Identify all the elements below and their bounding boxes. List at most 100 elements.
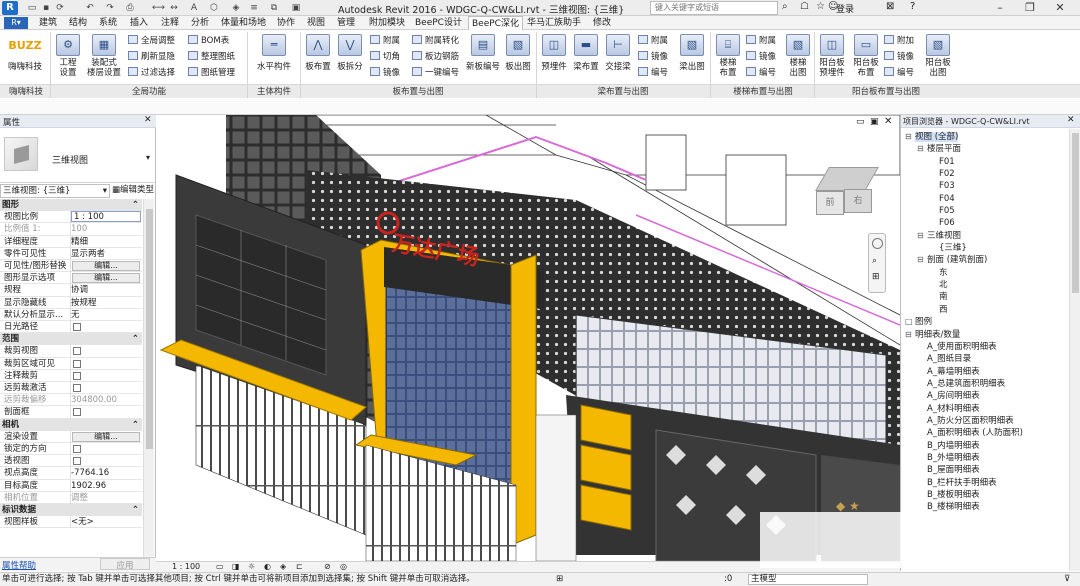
close-button[interactable]: ✕ (1045, 0, 1075, 16)
render-icon[interactable]: ◈ (280, 562, 286, 572)
tab-4[interactable]: 注释 (158, 16, 182, 30)
type-selector[interactable]: 三维视图 ▾ (0, 129, 156, 183)
save-icon[interactable]: ▪ (40, 2, 52, 14)
tree-item[interactable]: A_防火分区面积明细表 (901, 415, 1067, 427)
tree-item[interactable]: □ 图例 (901, 316, 1067, 328)
tab-14[interactable]: 修改 (590, 16, 614, 30)
tree-item[interactable]: A_房间明细表 (901, 390, 1067, 402)
model-selector[interactable]: 主模型 (748, 574, 868, 585)
help-icon[interactable]: ? (910, 1, 915, 12)
apply-button[interactable]: 应用 (100, 558, 150, 571)
horizontal-component-button[interactable]: ═ 水平构件 (256, 34, 292, 72)
tab-11[interactable]: BeePC设计 (412, 16, 465, 30)
view-cube-front[interactable]: 前 (816, 191, 844, 215)
collapse-chevron-icon[interactable]: ⌃ (132, 419, 139, 431)
one-click-numbering-button[interactable]: 一键编号 (412, 67, 459, 79)
tree-item[interactable]: F05 (901, 205, 1067, 217)
tree-item[interactable]: F02 (901, 168, 1067, 180)
shadows-icon[interactable]: ◐ (264, 562, 271, 572)
tab-3[interactable]: 插入 (127, 16, 151, 30)
tab-9[interactable]: 管理 (334, 16, 358, 30)
maximize-button[interactable]: ❐ (1015, 0, 1045, 16)
property-value[interactable]: <无> (71, 516, 94, 528)
property-checkbox[interactable] (73, 359, 81, 368)
balcony-embedded-button[interactable]: ◫ 阳台板 预埋件 (816, 34, 848, 78)
crop-view-icon[interactable]: ⊏ (296, 562, 303, 572)
tree-item[interactable]: A_幕墙明细表 (901, 366, 1067, 378)
slab-mirror-button[interactable]: 镜像 (370, 67, 400, 79)
tree-item[interactable]: B_楼板明细表 (901, 489, 1067, 501)
browser-scrollbar[interactable] (1069, 129, 1080, 571)
visual-style-icon[interactable]: ◨ (232, 562, 240, 572)
tree-item[interactable]: B_外墙明细表 (901, 452, 1067, 464)
tab-10[interactable]: 附加模块 (366, 16, 408, 30)
tree-item[interactable]: A_使用面积明细表 (901, 341, 1067, 353)
tab-8[interactable]: 视图 (304, 16, 328, 30)
section-icon[interactable]: ◈ (230, 2, 242, 14)
view-scale[interactable]: 1 : 100 (172, 562, 200, 572)
tab-6[interactable]: 体量和场地 (218, 16, 269, 30)
project-settings-button[interactable]: ⚙ 工程 设置 (54, 34, 82, 78)
exchange-apps-icon[interactable]: ⊠ (886, 1, 894, 12)
new-slab-number-button[interactable]: ▤ 新板编号 (466, 34, 500, 72)
tab-1[interactable]: 结构 (66, 16, 90, 30)
tree-item[interactable]: A_图纸目录 (901, 353, 1067, 365)
tree-item[interactable]: 南 (901, 291, 1067, 303)
tree-item[interactable]: ⊟ 明细表/数量 (901, 329, 1067, 341)
application-menu-button[interactable]: R▾ (4, 17, 28, 29)
property-checkbox[interactable] (73, 371, 81, 380)
stair-attach-button[interactable]: 附属 (746, 35, 776, 47)
filter-select-button[interactable]: 过滤选择 (128, 67, 175, 79)
detail-level-icon[interactable]: ▭ (216, 562, 224, 572)
collapse-chevron-icon[interactable]: ⌃ (132, 504, 139, 516)
temporary-hide-icon[interactable]: ⊘ (324, 562, 331, 572)
properties-close-icon[interactable]: ✕ (144, 115, 152, 125)
property-checkbox[interactable] (73, 323, 81, 331)
balcony-layout-button[interactable]: ▭ 阳台板 布置 (852, 34, 880, 78)
tab-0[interactable]: 建筑 (36, 16, 60, 30)
chevron-down-icon[interactable]: ▾ (146, 153, 150, 162)
viewport-restore-icon[interactable]: ▭ (856, 117, 865, 127)
minimize-button[interactable]: – (985, 0, 1015, 16)
tree-item[interactable]: A_材料明细表 (901, 403, 1067, 415)
balcony-drawing-button[interactable]: ▧ 阳台板 出图 (922, 34, 954, 78)
property-value[interactable]: 协调 (71, 284, 88, 296)
slab-drawing-button[interactable]: ▧ 板出图 (504, 34, 532, 72)
collapse-icon[interactable]: ⊟ (905, 131, 915, 143)
balcony-add-button[interactable]: 附加 (884, 35, 914, 47)
beam-mirror-button[interactable]: 镜像 (638, 51, 668, 63)
worksets-icon[interactable]: ⊞ (556, 573, 563, 586)
property-group-header[interactable]: 范围 ⌃ (0, 333, 142, 346)
property-value[interactable]: 1902.96 (71, 480, 106, 492)
slab-chamfer-button[interactable]: 切角 (370, 51, 400, 63)
tag-icon[interactable]: A (188, 2, 200, 14)
tab-2[interactable]: 系统 (96, 16, 120, 30)
view-cube[interactable]: 前 右 (812, 163, 884, 219)
tree-item[interactable]: F03 (901, 180, 1067, 192)
property-value[interactable]: -7764.16 (71, 467, 109, 479)
tab-12[interactable]: BeePC深化 (468, 16, 523, 30)
property-value[interactable]: 显示两者 (71, 248, 105, 260)
tree-item[interactable]: ⊟ 视图 (全部) (901, 131, 1067, 143)
reveal-hidden-icon[interactable]: ◎ (340, 562, 347, 572)
property-value[interactable]: 1 : 100 (71, 211, 141, 223)
edit-button[interactable]: 编辑... (72, 261, 140, 271)
expand-icon[interactable]: □ (905, 316, 915, 328)
property-value[interactable]: 精细 (71, 236, 88, 248)
junction-beam-button[interactable]: ⊢ 交接梁 (604, 34, 632, 72)
stair-drawing-button[interactable]: ▧ 楼梯 出图 (784, 34, 812, 78)
tree-item[interactable]: B_栏杆扶手明细表 (901, 477, 1067, 489)
property-checkbox[interactable] (73, 408, 81, 417)
beam-layout-button[interactable]: ▬ 梁布置 (572, 34, 600, 72)
slab-edge-rebar-button[interactable]: 板边钢筋 (412, 51, 459, 63)
dimension-icon[interactable]: ↔ (168, 2, 180, 14)
tree-item[interactable]: B_内墙明细表 (901, 440, 1067, 452)
tab-13[interactable]: 华马汇族助手 (524, 16, 584, 30)
3d-viewport[interactable]: 万达广场 ◆ ★ 前 右 ▭ ▣ ✕ ⌕ ⊞ (156, 115, 900, 561)
property-group-header[interactable]: 图形 ⌃ (0, 199, 142, 211)
property-group-header[interactable]: 标识数据 ⌃ (0, 504, 142, 516)
collapse-icon[interactable]: ⊟ (917, 254, 927, 266)
collapse-icon[interactable]: ⊟ (917, 143, 927, 155)
stair-layout-button[interactable]: ⌸ 楼梯 布置 (714, 34, 742, 78)
tree-item[interactable]: {三维} (901, 242, 1067, 254)
